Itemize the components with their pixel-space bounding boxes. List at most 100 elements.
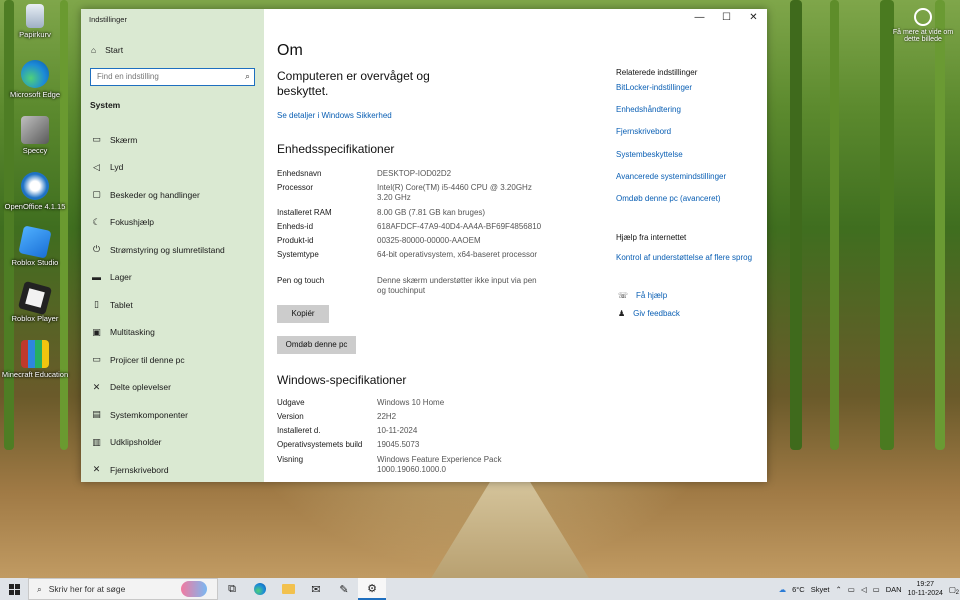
storage-icon: ▬ bbox=[92, 272, 101, 283]
desktop-icon-edge[interactable]: Microsoft Edge bbox=[0, 60, 70, 99]
speaker-icon: ◁ bbox=[93, 161, 100, 172]
power-icon: ⏻ bbox=[92, 244, 101, 255]
rename-pc-advanced-link[interactable]: Omdøb denne pc (avanceret) bbox=[616, 194, 721, 203]
minimize-button[interactable]: — bbox=[686, 9, 713, 27]
system-tray: ☁ 6°C Skyet ⌃ ▭ ◁ ▭ DAN 19:27 10-11-2024… bbox=[779, 578, 960, 600]
taskbar-explorer[interactable] bbox=[274, 578, 302, 600]
device-manager-link[interactable]: Enhedshåndtering bbox=[616, 105, 681, 114]
clock[interactable]: 19:27 10-11-2024 bbox=[908, 580, 943, 598]
page-title: Om bbox=[277, 42, 303, 59]
taskbar-paint[interactable]: ✎ bbox=[330, 578, 358, 600]
spec-row: Installeret RAM 8.00 GB (7.81 GB kan brug… bbox=[277, 208, 486, 217]
desktop-icon-openoffice[interactable]: OpenOffice 4.1.15 bbox=[0, 172, 70, 211]
desktop-icon-roblox-studio[interactable]: Roblox Studio bbox=[0, 225, 70, 267]
sidebar-item-projicer[interactable]: ▭ Projicer til denne pc bbox=[81, 346, 264, 374]
sidebar-item-systemkomponenter[interactable]: ▤ Systemkomponenter bbox=[81, 401, 264, 429]
desktop-icon-recycle-bin[interactable]: Papirkurv bbox=[0, 4, 70, 39]
security-details-link[interactable]: Se detaljer i Windows Sikkerhed bbox=[277, 111, 392, 120]
maximize-button[interactable]: ☐ bbox=[713, 9, 740, 27]
spec-row: Processor Intel(R) Core(TM) i5-4460 CPU @… bbox=[277, 183, 532, 202]
taskbar-settings[interactable]: ⚙ bbox=[358, 578, 386, 600]
sidebar-item-lager[interactable]: ▬ Lager bbox=[81, 264, 264, 292]
sidebar-item-beskeder[interactable]: ▢ Beskeder og handlinger bbox=[81, 181, 264, 209]
system-protection-link[interactable]: Systembeskyttelse bbox=[616, 150, 683, 159]
sidebar-item-tablet[interactable]: ▯ Tablet bbox=[81, 291, 264, 319]
taskbar-search[interactable]: ⌕ Skriv her for at søge bbox=[28, 578, 218, 600]
feedback-row[interactable]: ♟ Giv feedback bbox=[618, 309, 680, 318]
sidebar-item-fokushjaelp[interactable]: ☾ Fokushjælp bbox=[81, 209, 264, 237]
help-icon: ☏ bbox=[618, 291, 629, 300]
sidebar-item-stromstyring[interactable]: ⏻ Strømstyring og slumretilstand bbox=[81, 236, 264, 264]
taskbar-mail[interactable]: ✉ bbox=[302, 578, 330, 600]
network-icon[interactable]: ▭ bbox=[873, 585, 880, 594]
clipboard-icon: ▥ bbox=[92, 436, 101, 447]
protection-status: Computeren er overvåget og beskyttet. bbox=[277, 69, 430, 98]
desktop-icon-roblox-player[interactable]: Roblox Player bbox=[0, 280, 70, 323]
windows-specs-title: Windows-specifikationer bbox=[277, 373, 407, 387]
close-button[interactable]: ✕ bbox=[740, 9, 767, 27]
start-button[interactable] bbox=[0, 578, 28, 600]
copy-button[interactable]: Kopiér bbox=[277, 305, 329, 323]
desktop-icon-speccy[interactable]: Speccy bbox=[0, 116, 70, 155]
speccy-icon bbox=[21, 116, 49, 144]
related-settings-title: Relaterede indstillinger bbox=[616, 68, 698, 77]
tablet-icon: ▯ bbox=[94, 299, 99, 310]
spec-row: Enheds-id 618AFDCF-47A9-40D4-AA4A-BF69F48… bbox=[277, 222, 542, 231]
spec-row: Installeret d. 10-11-2024 bbox=[277, 426, 418, 435]
notification-center-icon[interactable]: ▢ 2 bbox=[949, 585, 959, 596]
language-indicator[interactable]: DAN bbox=[886, 585, 902, 594]
help-title: Hjælp fra internettet bbox=[616, 233, 687, 242]
mail-icon: ✉ bbox=[311, 583, 321, 596]
search-highlight-icon bbox=[181, 581, 207, 597]
notification-icon: ▢ bbox=[92, 189, 101, 200]
device-specs-title: Enhedsspecifikationer bbox=[277, 142, 395, 156]
sidebar-item-lyd[interactable]: ◁ Lyd bbox=[81, 154, 264, 182]
feedback-icon: ♟ bbox=[618, 309, 626, 318]
remote-desktop-link[interactable]: Fjernskrivebord bbox=[616, 127, 671, 136]
search-input[interactable]: Find en indstilling ⌕ bbox=[90, 68, 255, 86]
spec-row: Pen og touch Denne skærm understøtter ikk… bbox=[277, 276, 537, 295]
sidebar-item-delte-oplevelser[interactable]: ✕ Delte oplevelser bbox=[81, 374, 264, 402]
window-controls: — ☐ ✕ bbox=[686, 9, 767, 27]
spec-row: Udgave Windows 10 Home bbox=[277, 398, 445, 407]
window-title: Indstillinger bbox=[89, 15, 127, 24]
volume-icon[interactable]: ◁ bbox=[861, 585, 867, 594]
spec-row: Visning Windows Feature Experience Pack 1… bbox=[277, 455, 502, 474]
weather-desc[interactable]: Skyet bbox=[811, 585, 830, 594]
components-icon: ▤ bbox=[92, 409, 101, 420]
language-support-link[interactable]: Kontrol af understøttelse af flere sprog bbox=[616, 253, 752, 262]
desktop-icon-minecraft-education[interactable]: Minecraft Education bbox=[0, 340, 70, 379]
spotlight-info[interactable]: Få mere at vide om dette billede bbox=[892, 8, 954, 43]
sidebar-home[interactable]: ⌂ Start bbox=[91, 45, 123, 55]
advanced-system-settings-link[interactable]: Avancerede systemindstillinger bbox=[616, 172, 726, 181]
shared-icon: ✕ bbox=[92, 381, 101, 392]
rename-pc-button[interactable]: Omdøb denne pc bbox=[277, 336, 356, 354]
battery-icon[interactable]: ▭ bbox=[848, 585, 855, 594]
sidebar: Indstillinger ⌂ Start Find en indstillin… bbox=[81, 9, 264, 482]
sidebar-nav: ▭ Skærm ◁ Lyd ▢ Beskeder og handlinger ☾ Fok… bbox=[81, 126, 264, 484]
recycle-bin-icon bbox=[26, 4, 44, 28]
project-icon: ▭ bbox=[92, 354, 101, 365]
task-view-icon: ⧉ bbox=[228, 582, 236, 595]
roblox-player-icon bbox=[17, 280, 53, 316]
taskbar-edge[interactable] bbox=[246, 578, 274, 600]
spec-row: Systemtype 64-bit operativsystem, x64-bas… bbox=[277, 250, 538, 259]
task-view-button[interactable]: ⧉ bbox=[218, 578, 246, 600]
chevron-up-icon[interactable]: ⌃ bbox=[836, 585, 842, 594]
multitasking-icon: ▣ bbox=[92, 326, 101, 337]
moon-icon: ☾ bbox=[92, 216, 101, 227]
get-help-row[interactable]: ☏ Få hjælp bbox=[618, 291, 667, 300]
edge-icon bbox=[254, 583, 266, 595]
minecraft-education-icon bbox=[21, 340, 49, 368]
sidebar-item-multitasking[interactable]: ▣ Multitasking bbox=[81, 319, 264, 347]
sidebar-item-fjernskrivebord[interactable]: ✕ Fjernskrivebord bbox=[81, 456, 264, 484]
monitor-icon: ▭ bbox=[92, 134, 101, 145]
sidebar-item-udklipsholder[interactable]: ▥ Udklipsholder bbox=[81, 429, 264, 457]
spec-row: Operativsystemets build 19045.5073 bbox=[277, 440, 420, 449]
weather-temp[interactable]: 6°C bbox=[792, 585, 805, 594]
sidebar-item-skaerm[interactable]: ▭ Skærm bbox=[81, 126, 264, 154]
paint-icon: ✎ bbox=[339, 583, 349, 596]
bitlocker-link[interactable]: BitLocker-indstillinger bbox=[616, 83, 692, 92]
roblox-studio-icon bbox=[18, 225, 52, 259]
sidebar-section-title: System bbox=[90, 100, 121, 110]
